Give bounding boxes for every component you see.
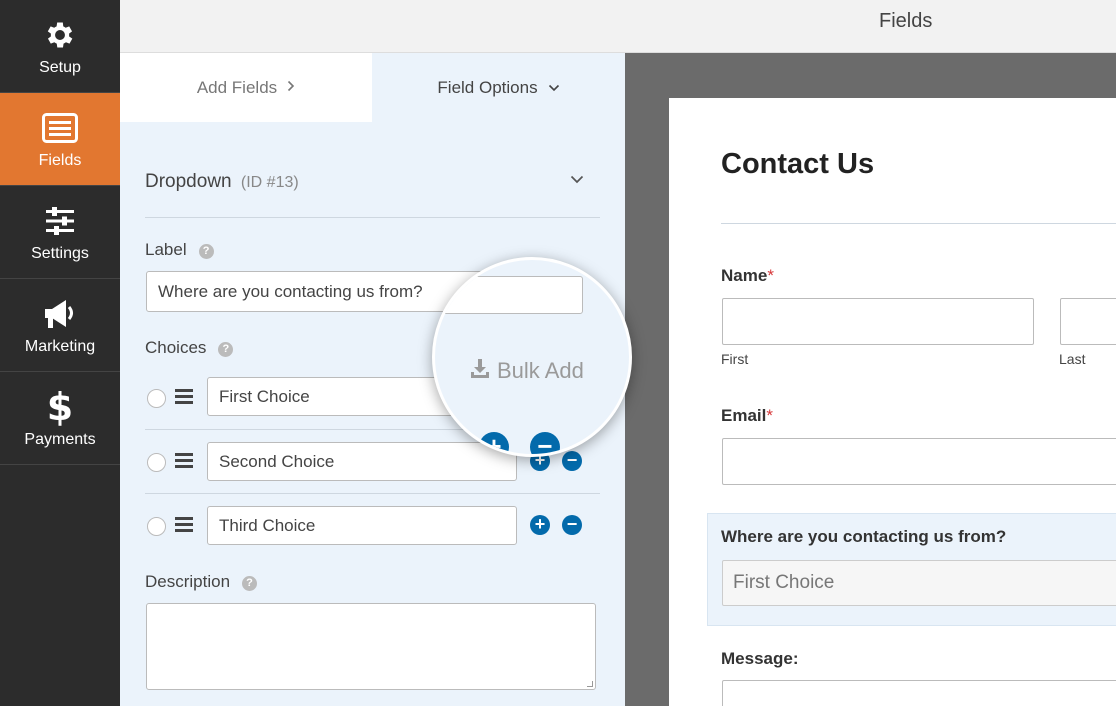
nav-label-fields: Fields (38, 152, 82, 169)
choice-input[interactable]: Third Choice (207, 506, 517, 545)
svg-text:$: $ (47, 388, 73, 426)
dropdown-preview-value: First Choice (733, 572, 835, 593)
choice-default-radio[interactable] (147, 453, 166, 472)
label-section-title: Label? (145, 240, 214, 260)
add-choice-icon[interactable]: + (530, 515, 550, 535)
name-label: Name* (721, 266, 774, 286)
form-preview: Contact Us Name* First Last Email* Where… (669, 98, 1116, 706)
bulk-add-button[interactable]: Bulk Add (469, 357, 584, 385)
left-nav: Setup Fields Settings Marketing $ Paymen… (0, 0, 120, 706)
megaphone-icon (40, 294, 80, 334)
label-input-value: Where are you contacting us from? (158, 281, 423, 301)
required-mark: * (766, 406, 773, 425)
chevron-down-icon (548, 80, 560, 95)
remove-choice-icon[interactable]: − (562, 451, 582, 471)
drag-handle-icon[interactable] (175, 389, 193, 407)
form-title: Contact Us (721, 148, 875, 180)
add-choice-icon[interactable]: + (479, 432, 509, 454)
top-bar: Fields (120, 0, 1116, 53)
first-name-sublabel: First (721, 351, 749, 367)
required-mark: * (767, 266, 774, 285)
page-title: Fields (879, 10, 933, 32)
message-field[interactable] (722, 680, 1116, 706)
nav-item-fields[interactable]: Fields (0, 93, 120, 186)
field-collapse-toggle[interactable] (570, 171, 584, 187)
nav-label-marketing: Marketing (24, 338, 96, 355)
gear-icon (40, 15, 80, 55)
resize-handle-icon[interactable] (587, 681, 593, 687)
description-section-title: Description? (145, 572, 258, 592)
download-icon (469, 357, 497, 385)
choice-default-radio[interactable] (147, 517, 166, 536)
drag-handle-icon[interactable] (175, 517, 193, 535)
tab-field-options-label: Field Options (437, 77, 538, 97)
first-name-field[interactable] (722, 298, 1034, 345)
dollar-icon: $ (40, 387, 80, 427)
email-label: Email* (721, 406, 773, 426)
choice-default-radio[interactable] (147, 389, 166, 408)
message-label: Message: (721, 649, 799, 668)
choices-heading: Choices (145, 338, 207, 357)
nav-label-payments: Payments (24, 431, 96, 448)
divider (721, 223, 1116, 224)
description-textarea[interactable] (146, 603, 596, 690)
nav-label-setup: Setup (39, 59, 81, 76)
tab-field-options[interactable]: Field Options (372, 53, 625, 122)
divider (145, 217, 600, 218)
email-label-text: Email (721, 406, 767, 425)
choices-section-title: Choices? (145, 338, 234, 358)
tab-add-fields[interactable]: Add Fields (120, 53, 372, 122)
panel-tabs: Add Fields Field Options (120, 53, 625, 122)
nav-item-settings[interactable]: Settings (0, 186, 120, 279)
last-name-sublabel: Last (1059, 351, 1086, 367)
help-icon[interactable]: ? (218, 342, 234, 357)
dropdown-preview[interactable]: First Choice (722, 560, 1116, 606)
sliders-icon (40, 201, 80, 241)
choice-value: Third Choice (219, 515, 316, 535)
chevron-down-icon (570, 171, 584, 187)
divider (145, 493, 600, 494)
remove-choice-icon[interactable]: − (530, 432, 560, 454)
email-field[interactable] (722, 438, 1116, 485)
magnifier-callout: Bulk Add + − (432, 257, 632, 457)
nav-item-setup[interactable]: Setup (0, 0, 120, 93)
field-type-label: Dropdown (145, 171, 232, 192)
tab-add-fields-label: Add Fields (196, 77, 278, 97)
choice-input[interactable]: Second Choice (207, 442, 517, 481)
dropdown-label: Where are you contacting us from? (721, 527, 1007, 546)
label-heading: Label (145, 240, 187, 259)
help-icon[interactable]: ? (198, 244, 214, 259)
remove-choice-icon[interactable]: − (562, 515, 582, 535)
chevron-right-icon (287, 80, 295, 95)
nav-label-settings: Settings (31, 245, 89, 262)
list-icon (40, 108, 80, 148)
nav-item-marketing[interactable]: Marketing (0, 279, 120, 372)
name-label-text: Name (721, 266, 768, 285)
last-name-field[interactable] (1060, 298, 1116, 345)
drag-handle-icon[interactable] (175, 453, 193, 471)
choice-value: First Choice (219, 386, 310, 406)
help-icon[interactable]: ? (242, 576, 258, 591)
field-id-label: (ID #13) (240, 174, 299, 191)
description-heading: Description (145, 572, 231, 591)
nav-item-payments[interactable]: $ Payments (0, 372, 120, 465)
field-header[interactable]: Dropdown (ID #13) (145, 171, 600, 193)
choice-value: Second Choice (219, 451, 335, 471)
bulk-add-label: Bulk Add (497, 358, 584, 383)
label-input-zoomed (435, 276, 583, 314)
